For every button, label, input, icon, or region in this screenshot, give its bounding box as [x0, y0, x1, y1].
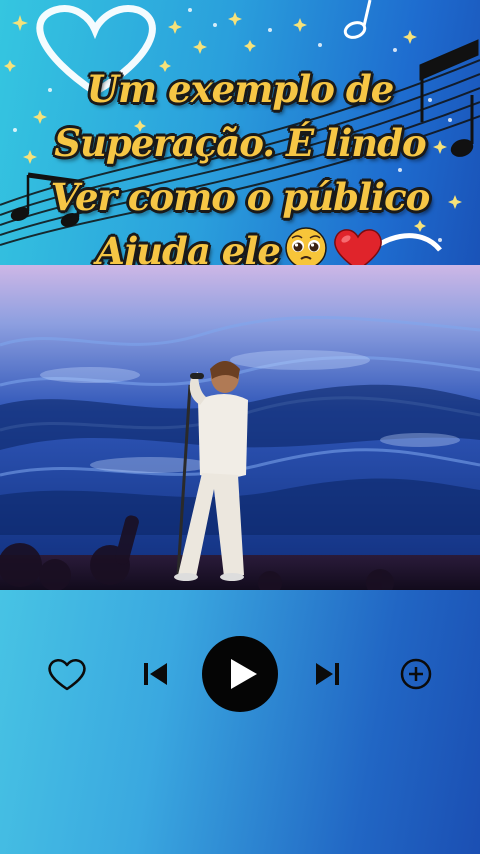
caption-text: Um exemplo de Superação. É lindo Ver com… [0, 62, 480, 265]
header-banner: Um exemplo de Superação. É lindo Ver com… [0, 0, 480, 265]
caption-line-2: Superação. É lindo [54, 121, 426, 165]
caption-line-4: Ajuda ele [0, 224, 480, 265]
add-circle-icon[interactable] [400, 658, 432, 690]
caption-line-3: Ver como o público [50, 175, 431, 219]
red-heart-emoji-icon [334, 229, 382, 265]
caption-line-1: Um exemplo de [86, 67, 395, 111]
player-controls [0, 590, 480, 854]
skip-previous-icon[interactable] [143, 661, 169, 687]
skip-next-icon[interactable] [314, 661, 340, 687]
play-button[interactable] [200, 634, 280, 714]
concert-video-image [0, 265, 480, 590]
video-frame[interactable] [0, 265, 480, 590]
caption-line-4-text: Ajuda ele [96, 229, 281, 265]
heart-outline-icon[interactable] [47, 658, 87, 692]
pleading-face-emoji-icon [285, 227, 327, 265]
